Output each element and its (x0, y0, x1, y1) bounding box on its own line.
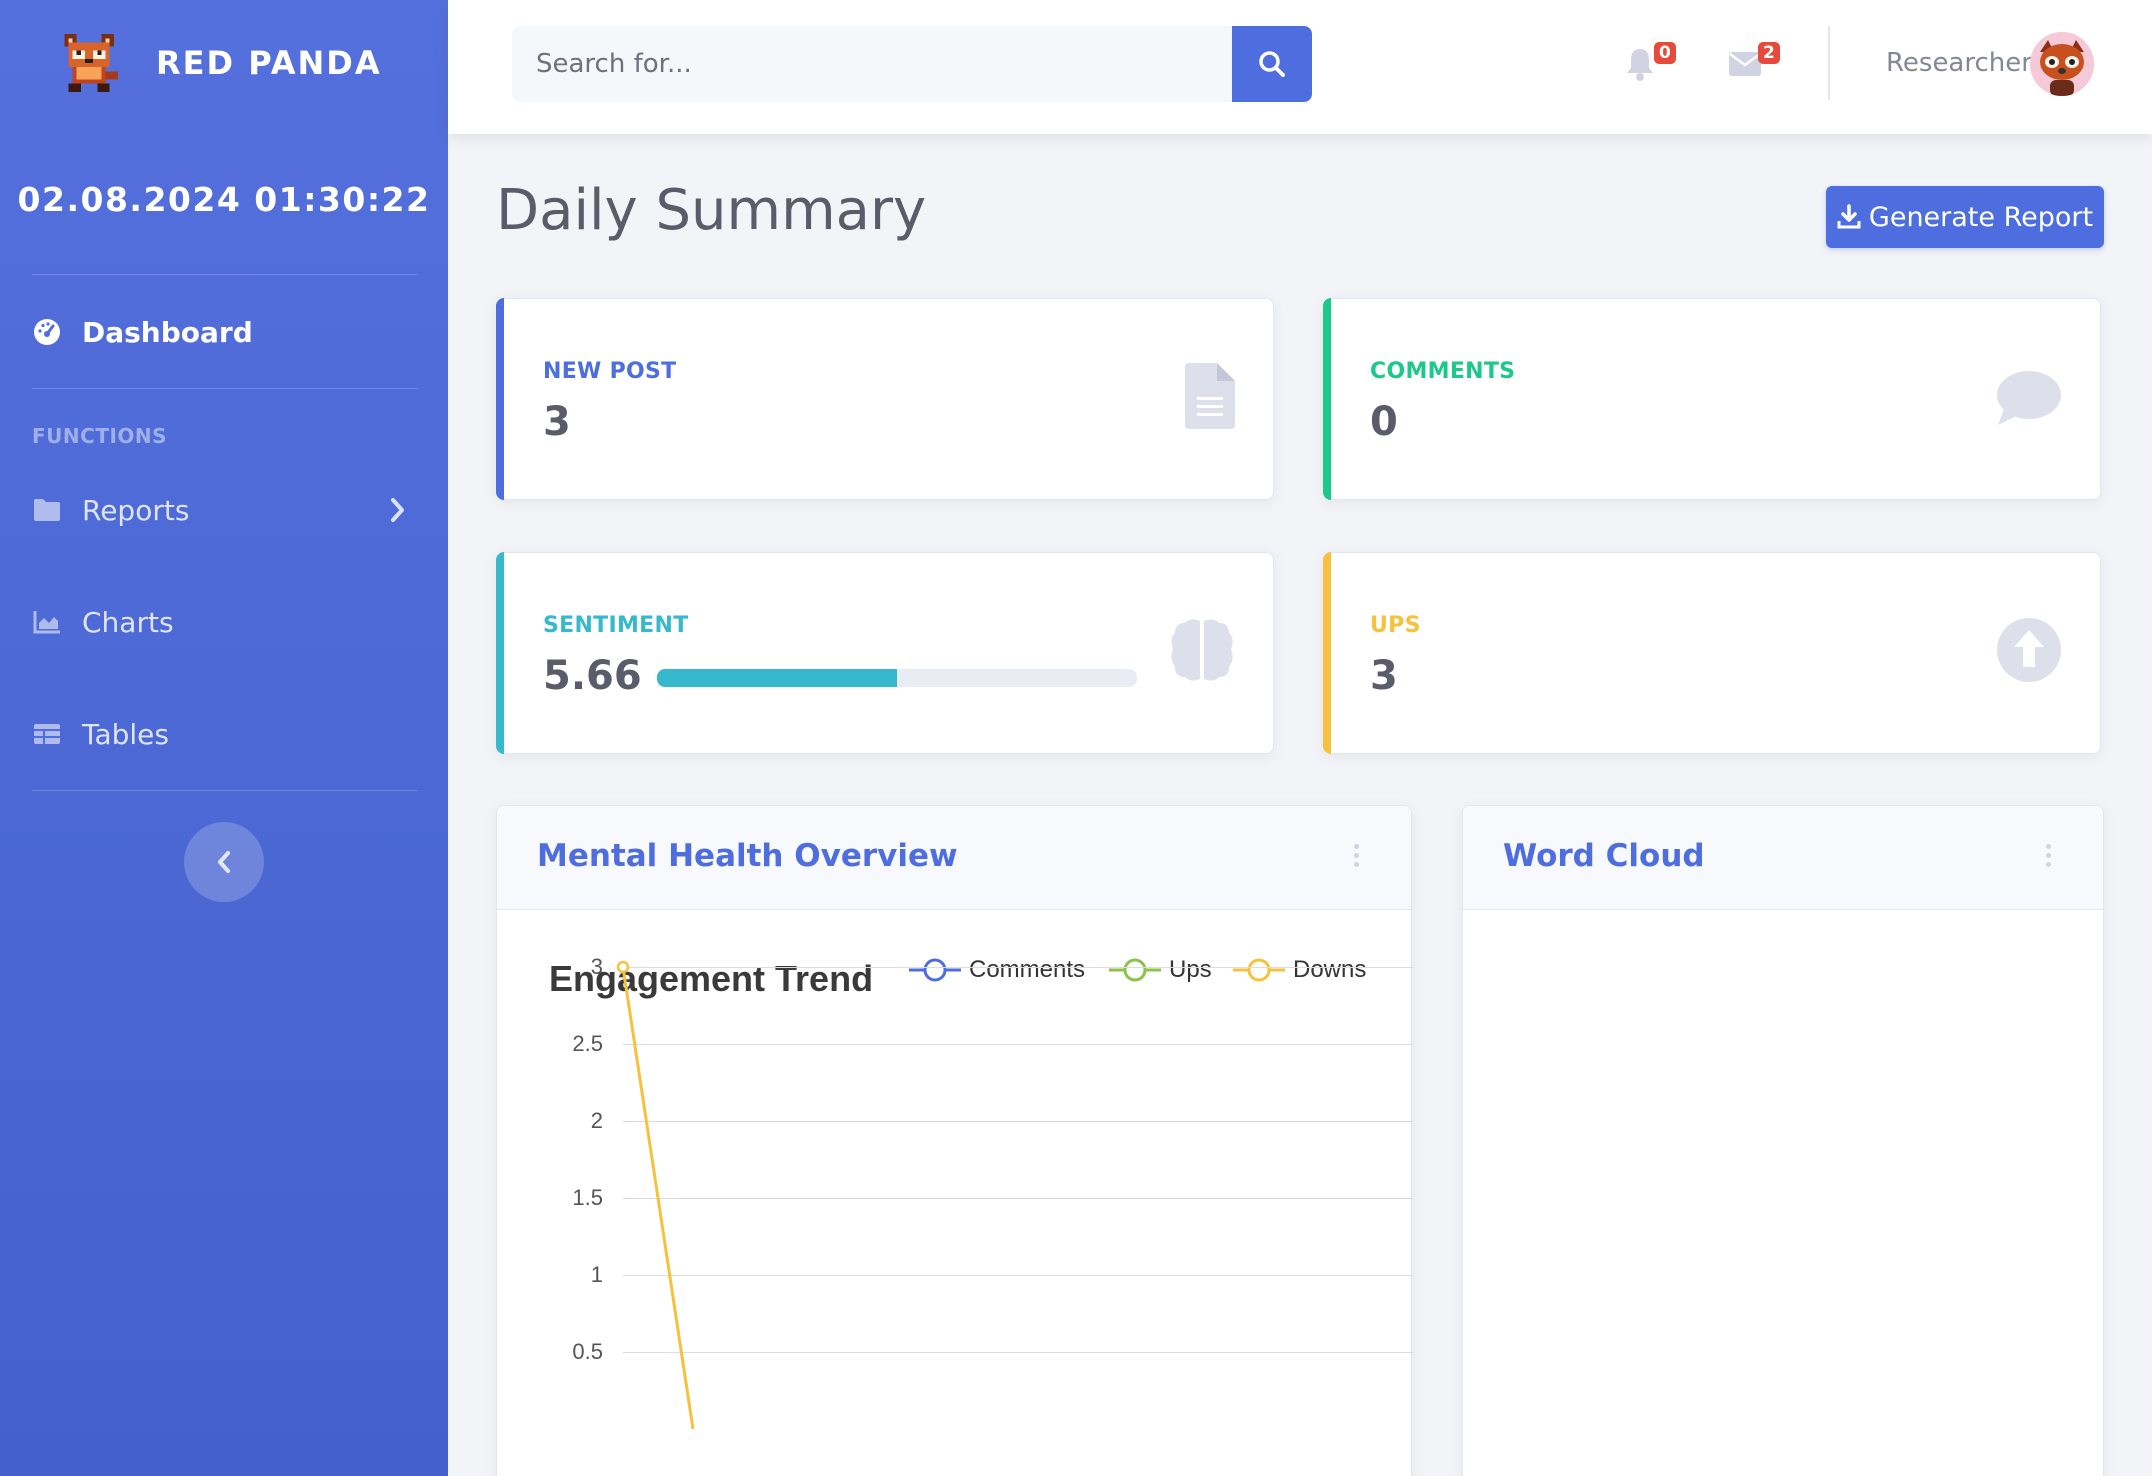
folder-icon (32, 495, 62, 525)
messages-button[interactable]: 2 (1728, 42, 1788, 92)
red-panda-avatar-icon (2030, 32, 2094, 96)
chevron-left-icon (218, 851, 230, 873)
page-title: Daily Summary (496, 178, 927, 243)
sidebar-item-charts[interactable]: Charts (32, 592, 418, 652)
sidebar-item-tables[interactable]: Tables (32, 704, 418, 764)
sentiment-value: 5.66 (543, 653, 642, 699)
user-name[interactable]: Researcher (1886, 48, 2032, 78)
sidebar-divider (32, 790, 418, 791)
downs-data-point[interactable] (616, 960, 630, 974)
table-icon (32, 719, 62, 749)
topbar: 0 2 Researcher (448, 0, 2152, 134)
new-post-card: NEW POST 3 (496, 298, 1274, 500)
alerts-button[interactable]: 0 (1624, 42, 1684, 92)
kebab-menu-icon[interactable] (1351, 840, 1361, 876)
avatar[interactable] (2030, 32, 2094, 96)
comment-bubble-icon (1997, 371, 2061, 425)
sidebar-section-heading: FUNCTIONS (32, 424, 168, 448)
card-accent (1323, 298, 1331, 500)
sentiment-progress-bar (657, 669, 1137, 687)
arrow-up-circle-icon (1997, 618, 2061, 682)
new-post-value: 3 (543, 399, 571, 445)
card-accent (1323, 552, 1331, 754)
sidebar-item-label: Tables (82, 717, 169, 751)
messages-count-badge: 2 (1758, 42, 1780, 64)
panel-title: Word Cloud (1503, 838, 1705, 874)
kebab-menu-icon[interactable] (2043, 840, 2053, 876)
sidebar-item-label: Dashboard (82, 315, 253, 349)
panel-title: Mental Health Overview (537, 838, 958, 874)
sidebar-divider (32, 274, 418, 275)
search-form (512, 26, 1312, 102)
topbar-divider (1828, 26, 1830, 100)
search-button[interactable] (1232, 26, 1312, 102)
sidebar-item-label: Reports (82, 493, 190, 527)
generate-report-label: Generate Report (1868, 201, 2094, 233)
comments-value: 0 (1370, 399, 1398, 445)
word-cloud-panel: Word Cloud (1462, 805, 2104, 1476)
brand-name: RED PANDA (156, 44, 382, 82)
sidebar-item-dashboard[interactable]: Dashboard (32, 302, 418, 362)
sentiment-progress-fill (657, 669, 897, 687)
alerts-count-badge: 0 (1654, 42, 1676, 64)
datetime-clock: 02.08.2024 01:30:22 (17, 180, 431, 219)
new-post-label: NEW POST (543, 359, 677, 384)
downs-series-line (621, 966, 695, 1430)
sidebar-toggle-button[interactable] (184, 822, 264, 902)
panel-header: Word Cloud (1463, 806, 2103, 910)
mental-health-overview-panel: Mental Health Overview Engagement Trend … (496, 805, 1413, 1476)
downs-series (616, 960, 695, 1430)
area-chart-icon (32, 607, 62, 637)
envelope-icon (1729, 52, 1761, 76)
chevron-right-icon (388, 495, 408, 529)
search-icon (1259, 51, 1285, 77)
sidebar-divider (32, 388, 418, 389)
sentiment-card: SENTIMENT 5.66 (496, 552, 1274, 754)
download-icon (1837, 204, 1861, 229)
ups-card: UPS 3 (1323, 552, 2101, 754)
comments-card: COMMENTS 0 (1323, 298, 2101, 500)
card-accent (496, 552, 504, 754)
search-input[interactable] (512, 26, 1232, 102)
brain-icon (1171, 619, 1233, 681)
ups-value: 3 (1370, 653, 1398, 699)
file-icon (1185, 363, 1235, 429)
engagement-trend-chart: Engagement Trend Comments Ups Downs 3 2.5… (497, 910, 1413, 1476)
red-panda-logo-icon (64, 34, 118, 92)
generate-report-button[interactable]: Generate Report (1826, 186, 2104, 248)
ups-label: UPS (1370, 613, 1421, 638)
sidebar-item-reports[interactable]: Reports (32, 480, 418, 540)
sidebar-item-label: Charts (82, 605, 174, 639)
comments-label: COMMENTS (1370, 359, 1516, 384)
sentiment-label: SENTIMENT (543, 613, 689, 638)
gauge-icon (32, 317, 62, 347)
sidebar: RED PANDA 02.08.2024 01:30:22 Dashboard … (0, 0, 448, 1476)
panel-header: Mental Health Overview (497, 806, 1411, 910)
card-accent (496, 298, 504, 500)
bell-icon (1627, 49, 1653, 81)
brand[interactable]: RED PANDA (56, 30, 382, 96)
